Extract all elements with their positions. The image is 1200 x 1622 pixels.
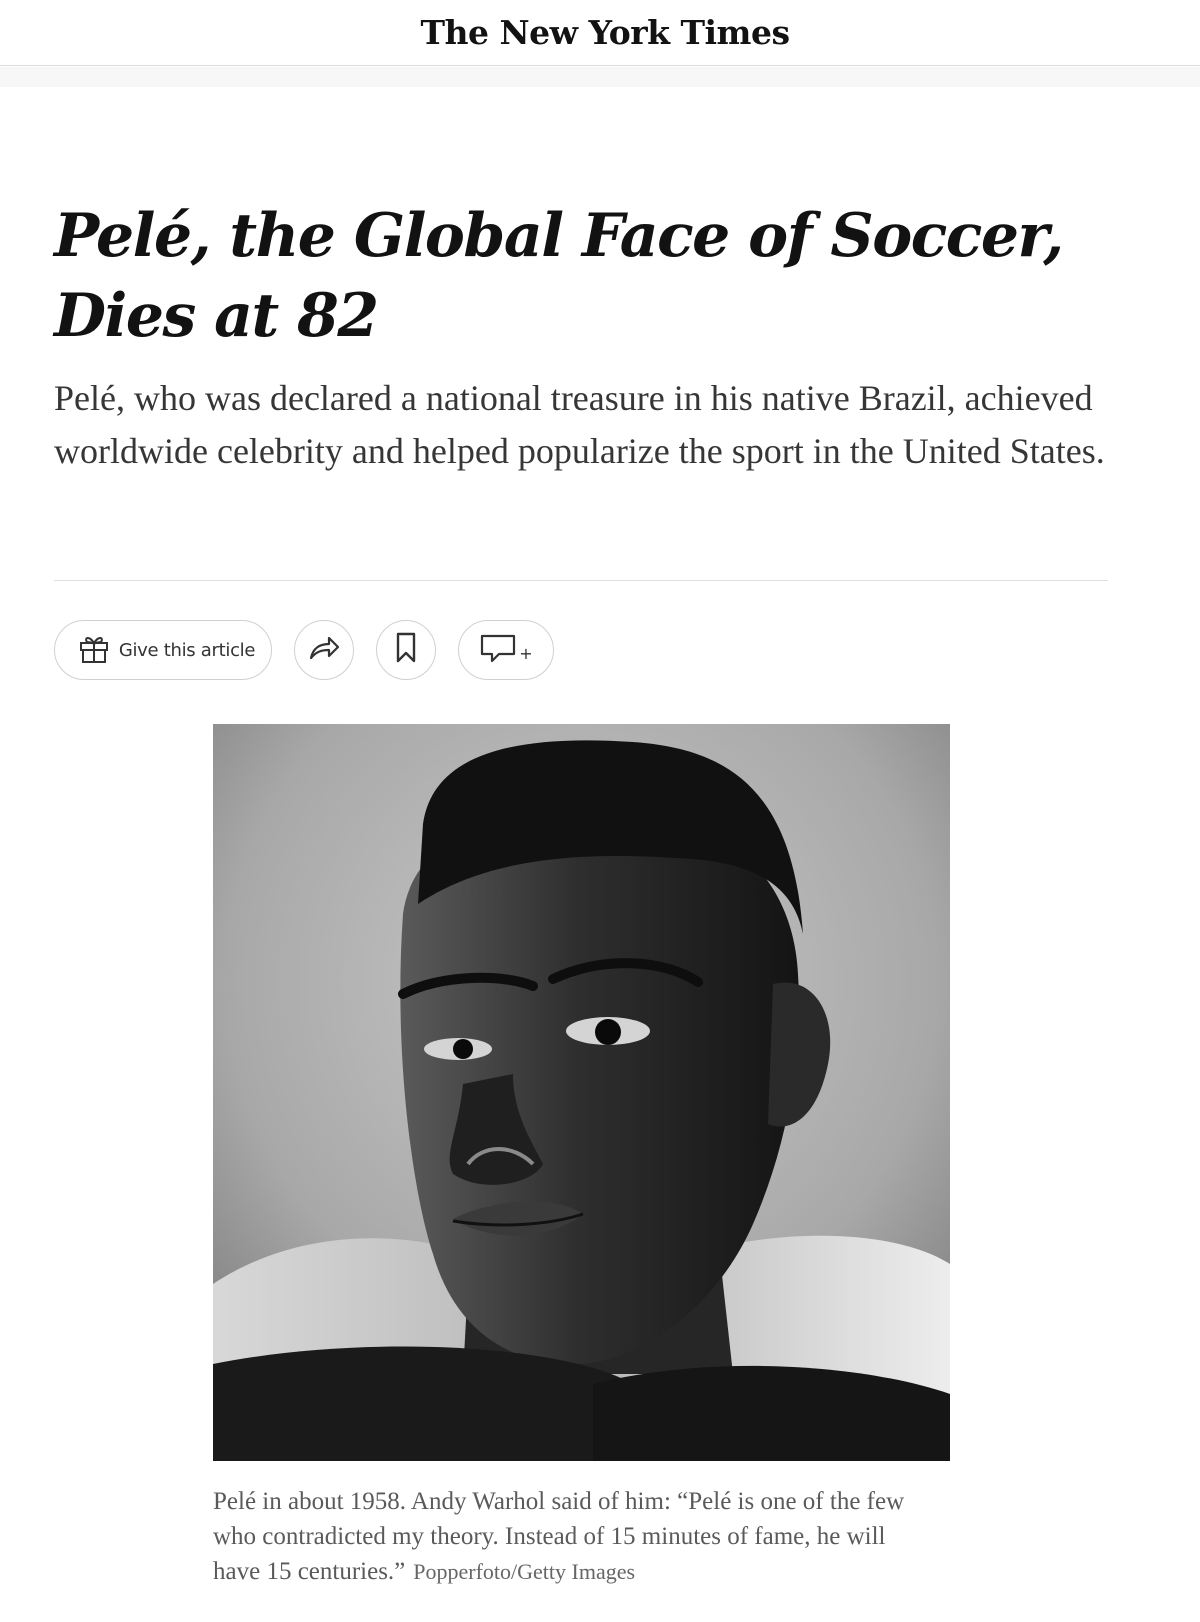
photo-credit: Popperfoto/Getty Images (413, 1559, 636, 1584)
photo-caption: Pelé in about 1958. Andy Warhol said of … (213, 1484, 933, 1589)
article-summary: Pelé, who was declared a national treasu… (54, 378, 1105, 471)
article-toolbar: Give this article + (54, 620, 554, 680)
article-photo (213, 724, 950, 1461)
masthead: The New York Times (0, 0, 1200, 66)
save-button[interactable] (376, 620, 436, 680)
give-article-label: Give this article (118, 639, 256, 661)
nav-subbar (0, 67, 1200, 87)
comment-bubble-icon (479, 632, 517, 669)
nyt-logo[interactable]: The New York Times (420, 13, 790, 52)
gift-icon (77, 631, 111, 670)
divider (54, 580, 1108, 581)
share-button[interactable] (294, 620, 354, 680)
give-article-button[interactable]: Give this article (54, 620, 272, 680)
article-headline: Pelé, the Global Face of Soccer, Dies at… (54, 201, 1064, 351)
share-arrow-icon (307, 633, 341, 668)
comments-plus: + (519, 643, 533, 663)
comments-button[interactable]: + (458, 620, 554, 680)
bookmark-icon (395, 632, 417, 669)
